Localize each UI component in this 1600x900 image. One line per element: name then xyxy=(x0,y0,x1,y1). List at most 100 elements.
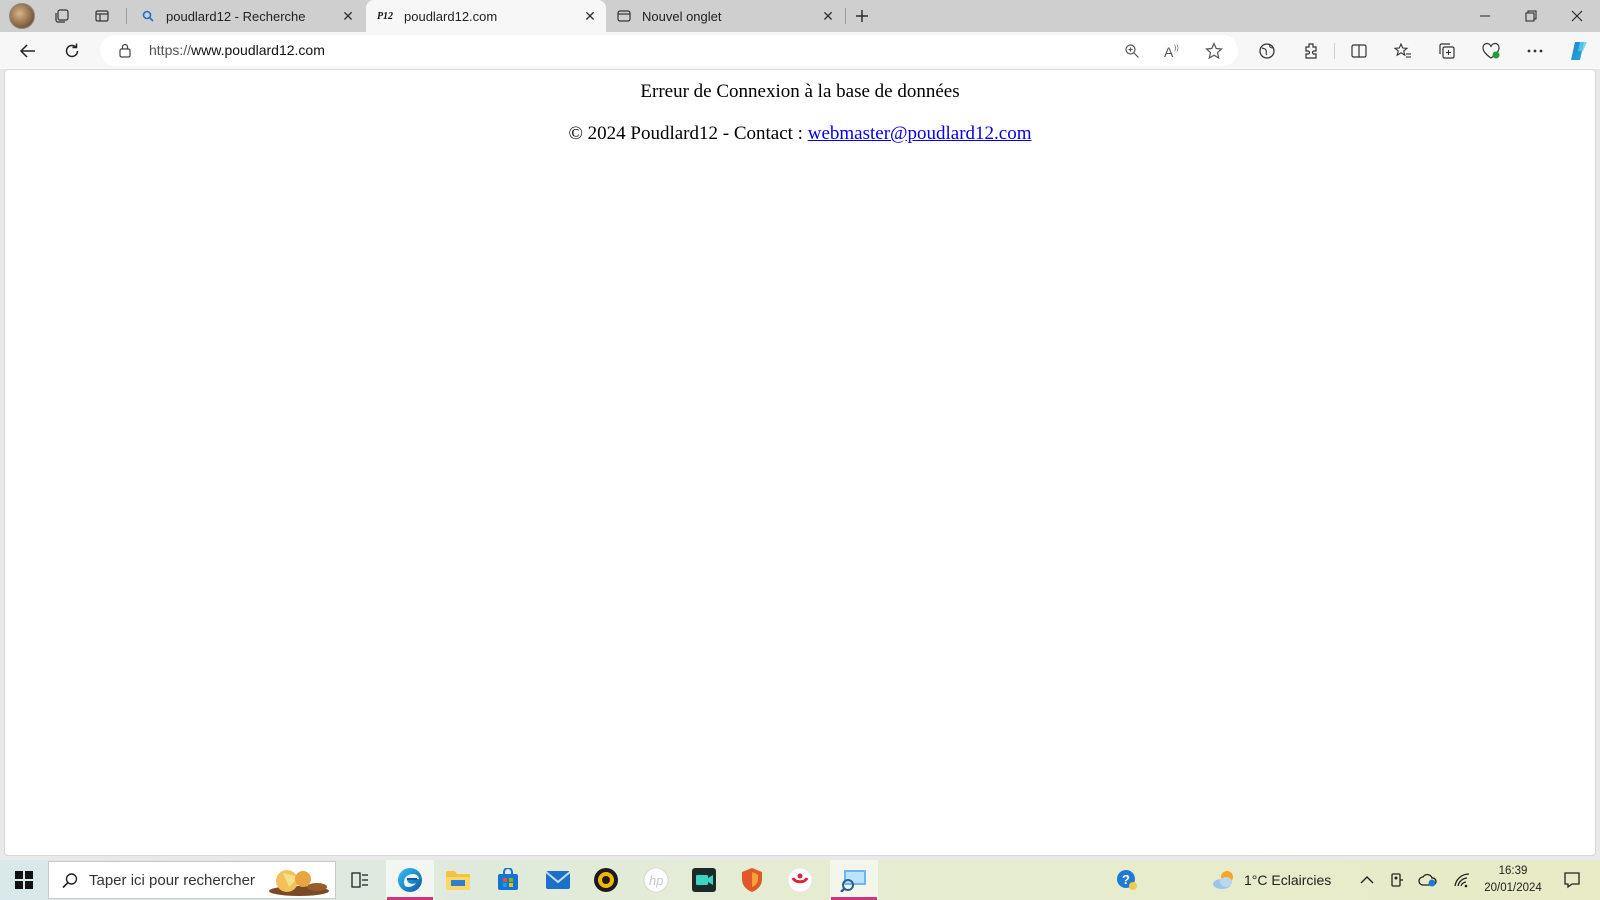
address-url[interactable]: https://www.poudlard12.com xyxy=(149,42,325,58)
address-bar[interactable]: https://www.poudlard12.com A)) xyxy=(100,35,1238,66)
favorite-star-icon[interactable] xyxy=(1204,41,1224,61)
taskbar-edge[interactable] xyxy=(386,860,434,900)
taskbar-mail[interactable] xyxy=(534,860,582,900)
svg-text:)): )) xyxy=(1174,45,1179,52)
tab-separator xyxy=(126,8,127,24)
lock-icon[interactable] xyxy=(118,43,132,61)
refresh-button[interactable] xyxy=(57,36,87,66)
app-logo-icon xyxy=(787,867,813,893)
site-favicon-icon: P12 xyxy=(376,10,394,22)
web-content: Erreur de Connexion à la base de données… xyxy=(4,69,1596,856)
video-icon xyxy=(1391,873,1403,887)
camera-app-icon xyxy=(692,868,716,892)
more-options-icon[interactable] xyxy=(1524,40,1546,62)
workspaces-button[interactable] xyxy=(48,4,76,28)
network-button[interactable] xyxy=(1450,860,1474,900)
copilot-icon[interactable] xyxy=(1566,38,1592,64)
notification-icon xyxy=(1564,872,1580,889)
taskbar-search-box[interactable]: Taper ici pour rechercher xyxy=(48,861,336,899)
read-aloud-icon[interactable]: A)) xyxy=(1163,41,1183,61)
zoom-icon[interactable] xyxy=(1122,41,1142,61)
meet-now-button[interactable] xyxy=(1385,860,1409,900)
onedrive-tray-button[interactable] xyxy=(1416,860,1440,900)
task-view-icon xyxy=(351,872,368,888)
app-circle-icon xyxy=(594,868,618,892)
restore-button[interactable] xyxy=(1508,0,1554,32)
extensions-icon[interactable] xyxy=(1300,40,1322,62)
weather-widget-icon[interactable] xyxy=(1210,860,1240,900)
profile-avatar[interactable] xyxy=(9,3,35,29)
tab-title: Nouvel onglet xyxy=(642,8,722,24)
remote-desktop-icon xyxy=(840,870,866,892)
start-button[interactable] xyxy=(0,860,48,900)
help-icon: ? xyxy=(1117,870,1137,890)
show-hidden-icons-button[interactable] xyxy=(1355,860,1379,900)
browser-essentials-icon[interactable] xyxy=(1480,40,1502,62)
minimize-button[interactable] xyxy=(1462,0,1508,32)
wifi-icon xyxy=(1454,873,1470,888)
system-clock[interactable]: 16:39 20/01/2024 xyxy=(1478,863,1548,897)
split-screen-icon[interactable] xyxy=(1348,40,1370,62)
search-icon xyxy=(140,8,156,24)
notifications-button[interactable] xyxy=(1556,860,1588,900)
minimize-icon xyxy=(1480,15,1490,17)
tab-poudlard12[interactable]: P12 poudlard12.com ✕ xyxy=(366,0,606,32)
taskbar-remote-desktop[interactable] xyxy=(830,860,878,900)
tab-strip: poudlard12 - Recherche ✕ P12 poudlard12.… xyxy=(0,0,1600,32)
windows-taskbar: Taper ici pour rechercher hp ? 1°C Eclai… xyxy=(0,860,1600,900)
taskbar-file-explorer[interactable] xyxy=(434,860,482,900)
vertical-tabs-button[interactable] xyxy=(88,4,116,28)
search-highlight-image xyxy=(259,865,331,897)
taskbar-camera-app[interactable] xyxy=(680,860,728,900)
taskbar-app-yellow[interactable] xyxy=(582,860,630,900)
error-message: Erreur de Connexion à la base de données xyxy=(640,81,960,102)
folder-icon xyxy=(446,871,470,890)
close-icon xyxy=(1571,10,1583,22)
close-tab-icon[interactable]: ✕ xyxy=(820,8,836,24)
contact-email-link[interactable]: webmaster@poudlard12.com xyxy=(808,123,1032,144)
footer-text: © 2024 Poudlard12 - Contact : xyxy=(568,123,808,144)
svg-text:A: A xyxy=(1164,44,1174,59)
task-view-button[interactable] xyxy=(336,860,384,900)
shield-icon xyxy=(742,868,762,892)
refresh-icon xyxy=(65,43,79,58)
favorites-icon[interactable] xyxy=(1392,40,1414,62)
close-tab-icon[interactable]: ✕ xyxy=(582,8,598,24)
store-icon xyxy=(498,868,518,890)
taskbar-security-app[interactable] xyxy=(728,860,776,900)
weather-text[interactable]: 1°C Eclaircies xyxy=(1244,872,1331,888)
taskbar-red-app[interactable] xyxy=(776,860,824,900)
svg-text:?: ? xyxy=(1122,872,1130,887)
hp-logo-icon: hp xyxy=(643,867,669,893)
svg-text:hp: hp xyxy=(649,873,663,888)
search-placeholder: Taper ici pour rechercher xyxy=(89,872,255,889)
restore-icon xyxy=(1525,10,1537,22)
tab-search[interactable]: poudlard12 - Recherche ✕ xyxy=(130,0,364,32)
mail-icon xyxy=(545,871,571,889)
taskbar-store[interactable] xyxy=(484,860,532,900)
new-tab-icon xyxy=(616,8,632,24)
close-window-button[interactable] xyxy=(1554,0,1600,32)
plus-icon xyxy=(856,10,868,22)
url-scheme: https:// xyxy=(149,42,192,58)
arrow-left-icon xyxy=(19,44,35,58)
tab-separator xyxy=(845,8,846,24)
tab-actions-icon xyxy=(95,10,109,22)
browser-toolbar: https://www.poudlard12.com A)) xyxy=(0,32,1600,69)
url-host: www.poudlard12.com xyxy=(191,42,325,58)
vpn-globe-icon[interactable] xyxy=(1256,40,1278,62)
new-tab-button[interactable] xyxy=(848,4,876,28)
close-tab-icon[interactable]: ✕ xyxy=(340,8,356,24)
chevron-up-icon xyxy=(1360,876,1374,884)
toolbar-separator xyxy=(1334,43,1335,59)
tab-new-tab[interactable]: Nouvel onglet ✕ xyxy=(606,0,844,32)
collections-icon[interactable] xyxy=(1436,40,1458,62)
cloud-sync-icon xyxy=(1418,873,1437,887)
help-tray-button[interactable]: ? xyxy=(1112,860,1142,900)
tab-title: poudlard12 - Recherche xyxy=(166,8,306,24)
clock-time: 16:39 xyxy=(1498,865,1528,877)
taskbar-hp[interactable]: hp xyxy=(632,860,680,900)
tab-title: poudlard12.com xyxy=(404,8,498,24)
back-button[interactable] xyxy=(13,36,43,66)
search-icon xyxy=(61,872,79,893)
